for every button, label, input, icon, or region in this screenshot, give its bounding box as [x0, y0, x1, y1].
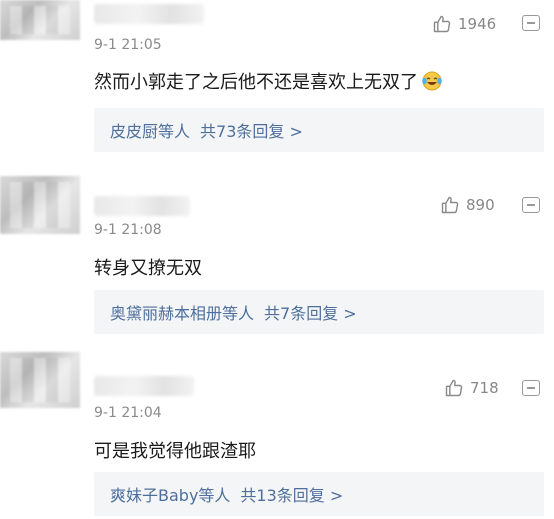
reply-names: 奥黛丽赫本相册等人: [110, 304, 255, 323]
comment-time: 9-1 21:05: [94, 37, 162, 53]
avatar[interactable]: [0, 0, 80, 40]
reply-count: 共13条回复 >: [240, 486, 344, 505]
thumbs-up-icon: [444, 378, 464, 398]
username-blurred[interactable]: [94, 196, 190, 216]
like-button[interactable]: 1946: [432, 14, 496, 34]
comment-menu-icon[interactable]: [522, 15, 540, 31]
thumbs-up-icon: [440, 195, 460, 215]
reply-summary-bar[interactable]: 皮皮厨等人 共73条回复 >: [94, 108, 544, 152]
reply-summary-bar[interactable]: 爽妹子Baby等人 共13条回复 >: [94, 472, 544, 516]
like-count: 718: [470, 379, 499, 397]
like-button[interactable]: 718: [444, 378, 499, 398]
reply-names: 爽妹子Baby等人: [110, 486, 231, 505]
like-count: 890: [466, 196, 495, 214]
like-count: 1946: [458, 15, 497, 33]
like-button[interactable]: 890: [440, 195, 495, 215]
username-blurred[interactable]: [94, 4, 204, 24]
reply-count: 共7条回复 >: [264, 304, 357, 323]
thumbs-up-icon: [432, 14, 452, 34]
comment-text: 然而小郭走了之后他不还是喜欢上无双了: [94, 72, 418, 93]
username-blurred[interactable]: [94, 376, 194, 396]
comment-text-row: 然而小郭走了之后他不还是喜欢上无双了: [94, 68, 443, 94]
avatar[interactable]: [0, 176, 80, 234]
reply-summary-bar[interactable]: 奥黛丽赫本相册等人 共7条回复 >: [94, 290, 544, 334]
reply-count: 共73条回复 >: [200, 122, 303, 141]
comment-menu-icon[interactable]: [522, 197, 540, 213]
comment-time: 9-1 21:08: [94, 222, 162, 238]
avatar[interactable]: [0, 352, 80, 408]
comment-menu-icon[interactable]: [522, 380, 540, 396]
comment-text: 可是我觉得他跟渣耶: [94, 441, 256, 462]
reply-names: 皮皮厨等人: [110, 122, 191, 141]
comment-text: 转身又撩无双: [94, 258, 202, 279]
laughing-tears-emoji-icon: [421, 70, 443, 92]
comment-time: 9-1 21:04: [94, 405, 162, 421]
